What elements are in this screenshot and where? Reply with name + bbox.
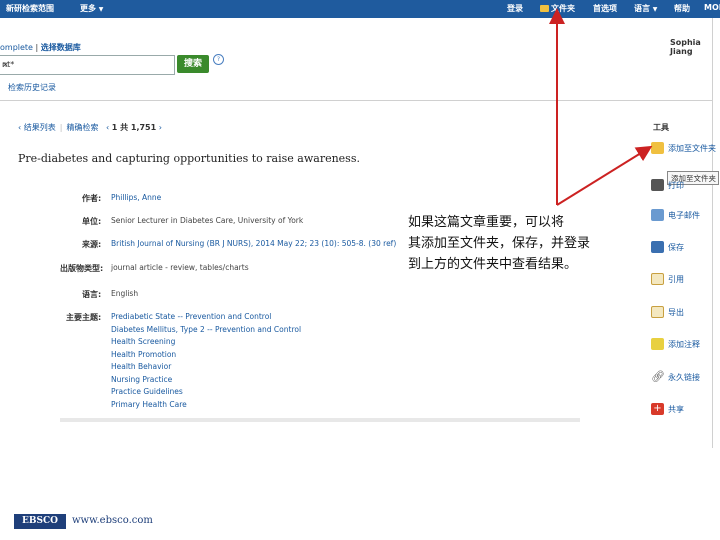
ebsco-logo: EBSCO xyxy=(14,514,66,529)
annotation-arrow xyxy=(556,145,653,206)
footer-url: www.ebsco.com xyxy=(72,515,153,526)
annotation-arrows xyxy=(549,8,653,206)
